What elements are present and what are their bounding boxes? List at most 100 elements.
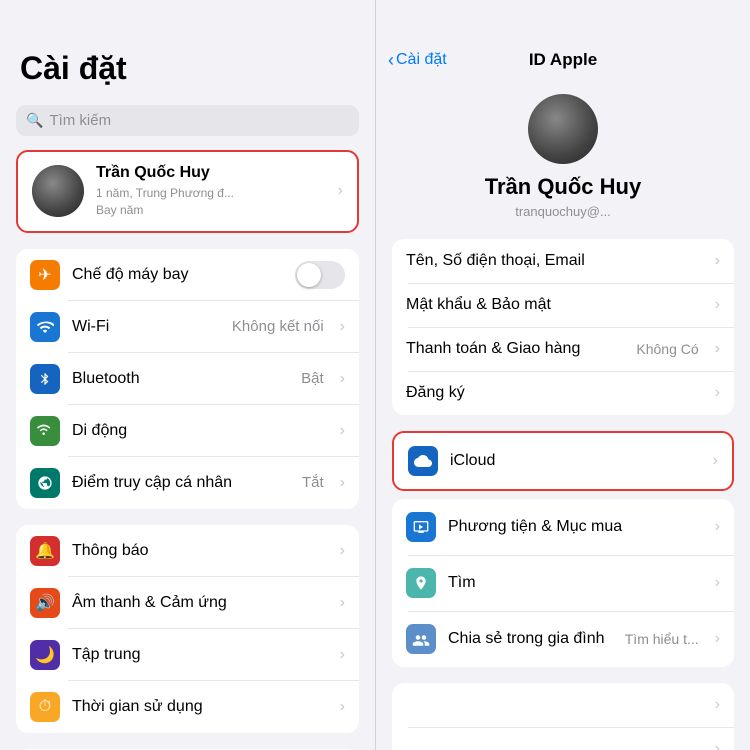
cellular-chevron: › [340, 422, 345, 440]
icloud-chevron: › [713, 452, 718, 470]
password-chevron: › [715, 296, 720, 314]
right-profile-section: Trần Quốc Huy tranquochuy@... [376, 78, 750, 239]
setting-item-bluetooth[interactable]: Bluetooth Bật › [16, 353, 359, 405]
airplane-label: Chế độ máy bay [72, 266, 283, 284]
hotspot-value: Tắt [302, 474, 324, 491]
findmy-icon [406, 568, 436, 598]
right-header: ‹ Cài đặt ID Apple [376, 0, 750, 78]
profile-sub2: Bay năm [96, 202, 326, 219]
bottom-item-1[interactable]: › [392, 683, 734, 727]
family-label: Chia sẻ trong gia đình [448, 630, 613, 648]
password-label: Mật khẩu & Bảo mật [406, 296, 703, 314]
screentime-icon: ⏱ [30, 692, 60, 722]
airplane-icon: ✈ [30, 260, 60, 290]
focus-chevron: › [340, 646, 345, 664]
hotspot-chevron: › [340, 474, 345, 492]
profile-sub1: 1 năm, Trung Phương đ... [96, 185, 326, 202]
setting-item-wifi[interactable]: Wi-Fi Không kết nối › [16, 301, 359, 353]
setting-item-sound[interactable]: 🔊 Âm thanh & Cảm ứng › [16, 577, 359, 629]
setting-item-hotspot[interactable]: Điểm truy cập cá nhân Tắt › [16, 457, 359, 509]
search-placeholder: Tìm kiếm [49, 112, 111, 129]
search-icon: 🔍 [26, 112, 43, 129]
left-panel: Cài đặt 🔍 Tìm kiếm Trần Quốc Huy 1 năm, … [0, 0, 375, 750]
right-item-name-phone[interactable]: Tên, Số điện thoại, Email › [392, 239, 734, 283]
name-phone-chevron: › [715, 252, 720, 270]
payment-value: Không Có [636, 341, 698, 357]
icloud-label: iCloud [450, 452, 701, 470]
bluetooth-chevron: › [340, 370, 345, 388]
icloud-icon [408, 446, 438, 476]
sound-label: Âm thanh & Cảm ứng [72, 594, 328, 612]
avatar [32, 165, 84, 217]
setting-item-focus[interactable]: 🌙 Tập trung › [16, 629, 359, 681]
profile-chevron: › [338, 182, 343, 200]
wifi-label: Wi-Fi [72, 318, 220, 336]
wifi-value: Không kết nối [232, 318, 324, 335]
right-item-findmy[interactable]: Tìm › [392, 555, 734, 611]
hotspot-label: Điểm truy cập cá nhân [72, 474, 290, 492]
settings-group-connectivity: ✈ Chế độ máy bay Wi-Fi Không kết nối › B… [16, 249, 359, 509]
notifications-chevron: › [340, 542, 345, 560]
sound-chevron: › [340, 594, 345, 612]
right-item-subscriptions[interactable]: Đăng ký › [392, 371, 734, 415]
screentime-chevron: › [340, 698, 345, 716]
payment-chevron: › [715, 340, 720, 358]
right-panel: ‹ Cài đặt ID Apple Trần Quốc Huy tranquo… [375, 0, 750, 750]
right-item-family[interactable]: Chia sẻ trong gia đình Tìm hiểu t... › [392, 611, 734, 667]
right-profile-sub: tranquochuy@... [515, 204, 611, 219]
back-label: Cài đặt [396, 51, 447, 69]
notifications-label: Thông báo [72, 542, 328, 560]
media-label: Phương tiện & Mục mua [448, 518, 703, 536]
setting-item-airplane[interactable]: ✈ Chế độ máy bay [16, 249, 359, 301]
family-value: Tìm hiểu t... [625, 631, 699, 647]
family-icon [406, 624, 436, 654]
right-group-account: Tên, Số điện thoại, Email › Mật khẩu & B… [392, 239, 734, 415]
cellular-label: Di động [72, 422, 328, 440]
screentime-label: Thời gian sử dụng [72, 698, 328, 716]
right-page-title: ID Apple [529, 50, 597, 70]
right-avatar [528, 94, 598, 164]
media-chevron: › [715, 518, 720, 536]
bottom-item-2-chevron: › [715, 740, 720, 750]
focus-label: Tập trung [72, 646, 328, 664]
right-item-payment[interactable]: Thanh toán & Giao hàng Không Có › [392, 327, 734, 371]
cellular-icon [30, 416, 60, 446]
name-phone-label: Tên, Số điện thoại, Email [406, 252, 703, 270]
back-button[interactable]: ‹ Cài đặt [388, 50, 447, 71]
sound-icon: 🔊 [30, 588, 60, 618]
setting-item-notifications[interactable]: 🔔 Thông báo › [16, 525, 359, 577]
findmy-label: Tìm [448, 574, 703, 592]
bottom-item-2[interactable]: › [392, 727, 734, 750]
right-profile-name: Trần Quốc Huy [485, 174, 641, 200]
back-chevron-icon: ‹ [388, 50, 394, 71]
findmy-chevron: › [715, 574, 720, 592]
settings-title: Cài đặt [0, 0, 375, 97]
airplane-toggle[interactable] [295, 261, 345, 289]
setting-item-cellular[interactable]: Di động › [16, 405, 359, 457]
focus-icon: 🌙 [30, 640, 60, 670]
bluetooth-label: Bluetooth [72, 370, 289, 388]
payment-label: Thanh toán & Giao hàng [406, 340, 624, 358]
family-chevron: › [715, 630, 720, 648]
subscriptions-label: Đăng ký [406, 384, 703, 402]
setting-item-screentime[interactable]: ⏱ Thời gian sử dụng › [16, 681, 359, 733]
bottom-items-group: › › [392, 683, 734, 750]
bottom-item-1-chevron: › [715, 696, 720, 714]
profile-info: Trần Quốc Huy 1 năm, Trung Phương đ... B… [96, 164, 326, 219]
profile-name: Trần Quốc Huy [96, 164, 326, 182]
subscriptions-chevron: › [715, 384, 720, 402]
icloud-item[interactable]: iCloud › [392, 431, 734, 491]
wifi-icon [30, 312, 60, 342]
bluetooth-icon [30, 364, 60, 394]
media-icon [406, 512, 436, 542]
hotspot-icon [30, 468, 60, 498]
right-item-media[interactable]: Phương tiện & Mục mua › [392, 499, 734, 555]
profile-card[interactable]: Trần Quốc Huy 1 năm, Trung Phương đ... B… [16, 150, 359, 233]
bluetooth-value: Bật [301, 370, 324, 387]
right-group-services: Phương tiện & Mục mua › Tìm › Chia sẻ tr… [392, 499, 734, 667]
right-item-password[interactable]: Mật khẩu & Bảo mật › [392, 283, 734, 327]
notifications-icon: 🔔 [30, 536, 60, 566]
wifi-chevron: › [340, 318, 345, 336]
settings-group-notifications: 🔔 Thông báo › 🔊 Âm thanh & Cảm ứng › 🌙 T… [16, 525, 359, 733]
search-bar[interactable]: 🔍 Tìm kiếm [16, 105, 359, 136]
